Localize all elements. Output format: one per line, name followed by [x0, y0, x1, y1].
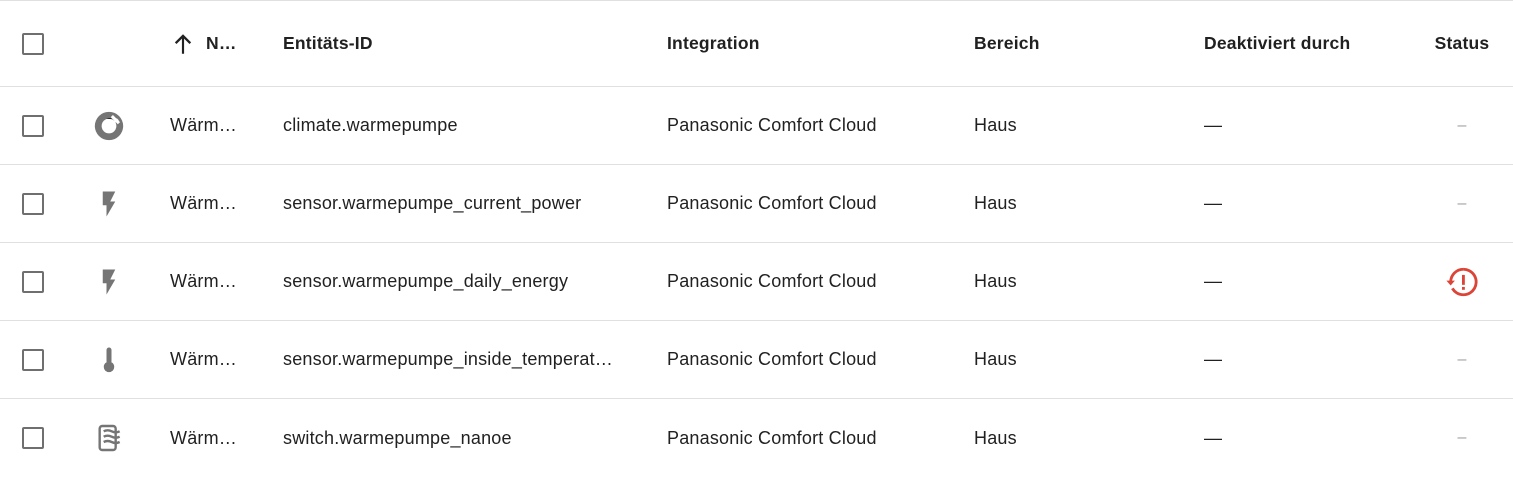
column-header-integration[interactable]: Integration [667, 1, 957, 86]
row-checkbox[interactable] [22, 270, 44, 293]
entity-id: climate.warmepumpe [283, 115, 458, 135]
entity-area: Haus [974, 115, 1017, 135]
row-checkbox[interactable] [22, 192, 44, 215]
entity-id: switch.warmepumpe_nanoe [283, 427, 512, 448]
column-header-area[interactable]: Bereich [974, 1, 1174, 86]
entity-area: Haus [974, 193, 1017, 213]
column-header-disabled-by[interactable]: Deaktiviert durch [1204, 1, 1404, 86]
table-row[interactable]: Wärm… switch.warmepumpe_nanoe Panasonic … [0, 399, 1513, 477]
entity-id: sensor.warmepumpe_current_power [283, 193, 582, 213]
entity-area: Haus [974, 271, 1017, 291]
entity-status: – [1457, 194, 1467, 212]
entity-status: – [1457, 116, 1467, 134]
thermostat-icon [88, 87, 130, 164]
flash-icon [88, 165, 130, 242]
entities-table: N… Entitäts-ID Integration Bereich Deakt… [0, 0, 1513, 485]
entity-name: Wärm… [170, 193, 237, 213]
header-select-all [22, 1, 54, 86]
entity-disabled-by: — [1204, 349, 1223, 369]
table-row[interactable]: Wärm… sensor.warmepumpe_inside_temperat…… [0, 321, 1513, 399]
table-row[interactable]: Wärm… sensor.warmepumpe_daily_energy Pan… [0, 243, 1513, 321]
entity-area: Haus [974, 427, 1017, 448]
entity-status: – [1457, 350, 1467, 368]
entity-id: sensor.warmepumpe_daily_energy [283, 271, 569, 291]
entity-name: Wärm… [170, 271, 237, 291]
row-checkbox[interactable] [22, 348, 44, 371]
select-all-checkbox[interactable] [22, 32, 44, 55]
entity-disabled-by: — [1204, 427, 1223, 448]
entity-area: Haus [974, 349, 1017, 369]
air-purifier-icon [88, 399, 130, 477]
entity-status [1430, 243, 1494, 320]
entity-name: Wärm… [170, 115, 237, 135]
column-header-status[interactable]: Status [1430, 1, 1494, 86]
restore-alert-icon[interactable] [1445, 265, 1479, 299]
row-select [22, 165, 54, 242]
row-checkbox[interactable] [22, 114, 44, 137]
column-header-name-label: N… [206, 33, 237, 53]
entity-integration: Panasonic Comfort Cloud [667, 427, 877, 448]
entity-integration: Panasonic Comfort Cloud [667, 115, 877, 135]
entity-name: Wärm… [170, 427, 237, 448]
table-row[interactable]: Wärm… climate.warmepumpe Panasonic Comfo… [0, 87, 1513, 165]
entity-disabled-by: — [1204, 193, 1223, 213]
sort-ascending-icon [170, 31, 196, 57]
entity-integration: Panasonic Comfort Cloud [667, 271, 877, 291]
row-select [22, 87, 54, 164]
thermometer-icon [88, 321, 130, 398]
entity-disabled-by: — [1204, 271, 1223, 291]
flash-icon [88, 243, 130, 320]
entity-integration: Panasonic Comfort Cloud [667, 193, 877, 213]
row-checkbox[interactable] [22, 427, 44, 449]
column-header-entity-id[interactable]: Entitäts-ID [283, 1, 623, 86]
entity-integration: Panasonic Comfort Cloud [667, 349, 877, 369]
row-select [22, 243, 54, 320]
entity-id: sensor.warmepumpe_inside_temperat… [283, 349, 613, 369]
table-header: N… Entitäts-ID Integration Bereich Deakt… [0, 1, 1513, 87]
entity-name: Wärm… [170, 349, 237, 369]
table-row[interactable]: Wärm… sensor.warmepumpe_current_power Pa… [0, 165, 1513, 243]
row-select [22, 321, 54, 398]
row-select [22, 399, 54, 477]
column-header-name[interactable]: N… [170, 1, 238, 86]
entity-disabled-by: — [1204, 115, 1223, 135]
entity-status: – [1457, 429, 1467, 446]
